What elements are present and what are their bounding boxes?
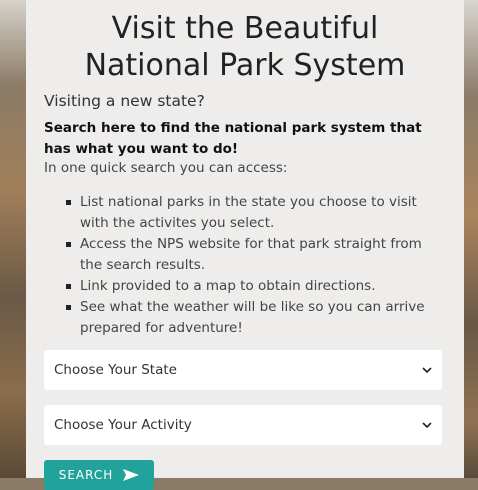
- chevron-down-icon: [422, 418, 432, 432]
- search-button[interactable]: SEARCH: [44, 460, 154, 490]
- feature-list: List national parks in the state you cho…: [62, 192, 442, 339]
- page-title: Visit the Beautiful National Park System: [26, 10, 464, 84]
- background-mountains-left: [0, 0, 26, 478]
- chevron-down-icon: [422, 363, 432, 377]
- title-line-1: Visit the Beautiful: [111, 11, 379, 46]
- state-select-value: Choose Your State: [54, 362, 177, 378]
- state-select[interactable]: Choose Your State: [44, 350, 442, 390]
- subheading: Visiting a new state?: [44, 92, 205, 110]
- search-button-label: SEARCH: [58, 468, 114, 482]
- feature-item: See what the weather will be like so you…: [62, 297, 442, 339]
- bold-intro-text: Search here to find the national park sy…: [44, 120, 422, 157]
- feature-item: Access the NPS website for that park str…: [62, 234, 442, 276]
- feature-item: List national parks in the state you cho…: [62, 192, 442, 234]
- title-line-2: National Park System: [84, 48, 406, 83]
- intro-lead: In one quick search you can access:: [44, 160, 288, 176]
- search-panel: Visit the Beautiful National Park System…: [26, 0, 464, 490]
- activity-select-value: Choose Your Activity: [54, 417, 192, 433]
- background-mountains-right: [464, 0, 478, 478]
- activity-select[interactable]: Choose Your Activity: [44, 405, 442, 445]
- feature-item: Link provided to a map to obtain directi…: [62, 276, 442, 297]
- send-icon: [123, 469, 140, 481]
